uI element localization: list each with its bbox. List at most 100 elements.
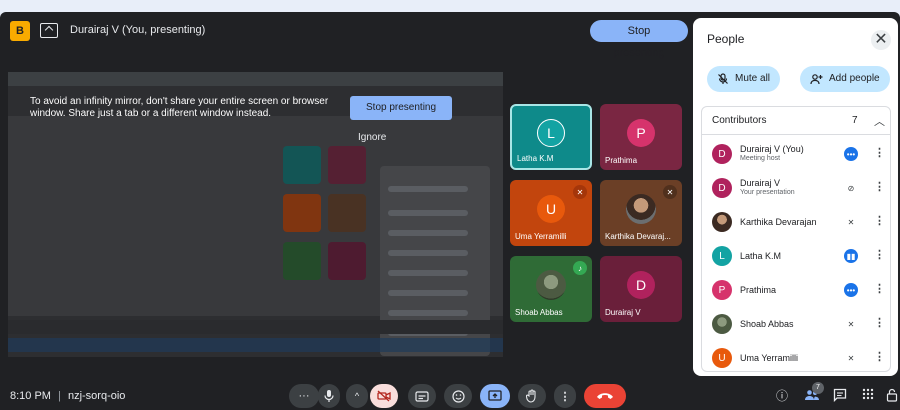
- avatar: U: [537, 195, 565, 224]
- ignore-button[interactable]: Ignore: [358, 132, 386, 143]
- more-options-icon[interactable]: ⋮: [874, 214, 885, 227]
- separator: |: [58, 390, 61, 402]
- panel-title: People: [707, 32, 745, 46]
- contributors-section: Contributors 7 ︿ D Durairaj V (You) Meet…: [701, 106, 891, 372]
- participant-row[interactable]: D Durairaj V Your presentation ⊘ ⋮: [702, 171, 890, 205]
- participant-row[interactable]: Shoab Abbas ✕ ⋮: [702, 307, 890, 341]
- more-options-small-button[interactable]: ···: [289, 384, 319, 408]
- present-screen-icon: [488, 390, 502, 401]
- more-options-icon[interactable]: ⋮: [874, 146, 885, 159]
- contributors-count: 7: [852, 115, 858, 126]
- add-people-button[interactable]: Add people: [800, 66, 890, 92]
- mirrored-controls-bar: [8, 320, 503, 334]
- speaking-icon: •••: [844, 283, 858, 297]
- chevron-up-icon[interactable]: ︿: [874, 113, 885, 129]
- more-options-icon[interactable]: ⋮: [874, 316, 885, 329]
- audio-off-icon: ⊘: [847, 183, 855, 193]
- meeting-info: 8:10 PM | nzj-sorq-oio: [10, 390, 125, 402]
- infinity-mirror-warning: To avoid an infinity mirror, don't share…: [30, 96, 329, 119]
- reactions-button[interactable]: [444, 384, 472, 408]
- emoji-icon: [451, 389, 465, 403]
- avatar: P: [627, 119, 655, 148]
- more-options-icon[interactable]: ⋮: [874, 248, 885, 261]
- mirrored-meet-view: [8, 116, 503, 356]
- participant-tile[interactable]: ✕ Karthika Devaraj...: [600, 180, 682, 246]
- participant-name: Durairaj V: [740, 178, 781, 188]
- avatar: D: [712, 178, 732, 198]
- camera-options-button[interactable]: ^: [346, 384, 368, 408]
- mic-off-icon: ✕: [573, 185, 587, 199]
- avatar: L: [537, 119, 565, 148]
- mic-off-icon: ✕: [847, 217, 855, 227]
- participant-name: Karthika Devarajan: [740, 217, 817, 227]
- microphone-button[interactable]: [318, 384, 340, 408]
- mic-on-icon: ♪: [573, 261, 587, 275]
- participant-name: Latha K.M: [740, 251, 782, 261]
- mic-off-icon: ✕: [663, 185, 677, 199]
- participant-row[interactable]: Karthika Devarajan ✕ ⋮: [702, 205, 890, 239]
- participant-tile[interactable]: ♪ Shoab Abbas: [510, 256, 592, 322]
- avatar-photo: [626, 194, 656, 225]
- chat-icon[interactable]: [832, 388, 848, 404]
- meeting-code: nzj-sorq-oio: [67, 390, 126, 402]
- avatar: P: [712, 280, 732, 300]
- meeting-logo: B: [10, 21, 30, 41]
- mirrored-tile: [328, 146, 366, 184]
- participant-row[interactable]: L Latha K.M ▮▮ ⋮: [702, 239, 890, 273]
- participant-tile[interactable]: P Prathima: [600, 104, 682, 170]
- mirrored-tile: [283, 242, 321, 280]
- tile-name: Latha K.M: [517, 154, 554, 163]
- mic-off-icon: ✕: [847, 353, 855, 363]
- avatar-photo: [536, 270, 566, 301]
- more-options-button[interactable]: ⋮: [554, 384, 576, 408]
- participant-count-badge: 7: [812, 382, 824, 394]
- raise-hand-button[interactable]: [518, 384, 546, 408]
- mute-all-button[interactable]: Mute all: [707, 66, 781, 92]
- participant-name: Durairaj V (You): [740, 144, 804, 154]
- leave-call-button[interactable]: [584, 384, 626, 408]
- participant-name: Uma Yerramilli: [740, 353, 799, 363]
- avatar: U: [712, 348, 732, 368]
- camera-off-button[interactable]: [370, 384, 398, 408]
- microphone-icon: [324, 390, 334, 402]
- host-controls-icon[interactable]: [884, 388, 900, 404]
- tile-name: Durairaj V: [605, 308, 641, 317]
- activities-icon[interactable]: [860, 388, 876, 404]
- speaking-icon: •••: [844, 147, 858, 161]
- stop-presenting-button[interactable]: Stop presenting: [590, 20, 688, 59]
- participant-tile[interactable]: ✕ U Uma Yerramilli: [510, 180, 592, 246]
- participant-row[interactable]: D Durairaj V (You) Meeting host ••• ⋮: [702, 137, 890, 171]
- captions-button[interactable]: [408, 384, 436, 408]
- participant-name: Shoab Abbas: [740, 319, 794, 329]
- clock-time: 8:10 PM: [10, 390, 51, 402]
- mirrored-taskbar: [8, 338, 503, 352]
- more-options-icon[interactable]: ⋮: [874, 350, 885, 363]
- present-now-button[interactable]: [480, 384, 510, 408]
- tile-name: Shoab Abbas: [515, 308, 563, 317]
- close-icon[interactable]: ✕: [871, 30, 891, 50]
- contributors-header[interactable]: Contributors 7 ︿: [702, 107, 890, 135]
- more-options-icon[interactable]: ⋮: [874, 282, 885, 295]
- more-options-icon[interactable]: ⋮: [874, 180, 885, 193]
- participant-row[interactable]: P Prathima ••• ⋮: [702, 273, 890, 307]
- participant-tile[interactable]: D Durairaj V: [600, 256, 682, 322]
- mirrored-tile: [328, 194, 366, 232]
- add-person-icon: [810, 74, 823, 85]
- mirrored-tile: [283, 194, 321, 232]
- end-call-icon: [597, 393, 613, 399]
- captions-icon: [415, 390, 429, 402]
- avatar: L: [712, 246, 732, 266]
- presenting-bar: B Durairaj V (You, presenting) Stop pres…: [8, 18, 688, 59]
- tile-name: Karthika Devaraj...: [605, 232, 671, 241]
- participant-role: Meeting host: [740, 155, 781, 162]
- meeting-details-icon[interactable]: ⓘ: [774, 388, 790, 404]
- tile-name: Uma Yerramilli: [515, 232, 567, 241]
- stop-presenting-button-warning[interactable]: Stop presenting: [350, 96, 453, 120]
- present-screen-icon: [40, 23, 58, 38]
- tile-name: Prathima: [605, 156, 638, 165]
- participant-name: Prathima: [740, 285, 777, 295]
- mic-off-icon: [718, 73, 728, 84]
- participant-row[interactable]: U Uma Yerramilli ✕ ⋮: [702, 341, 890, 375]
- participant-tile[interactable]: L Latha K.M: [510, 104, 592, 170]
- mirrored-tile: [283, 146, 321, 184]
